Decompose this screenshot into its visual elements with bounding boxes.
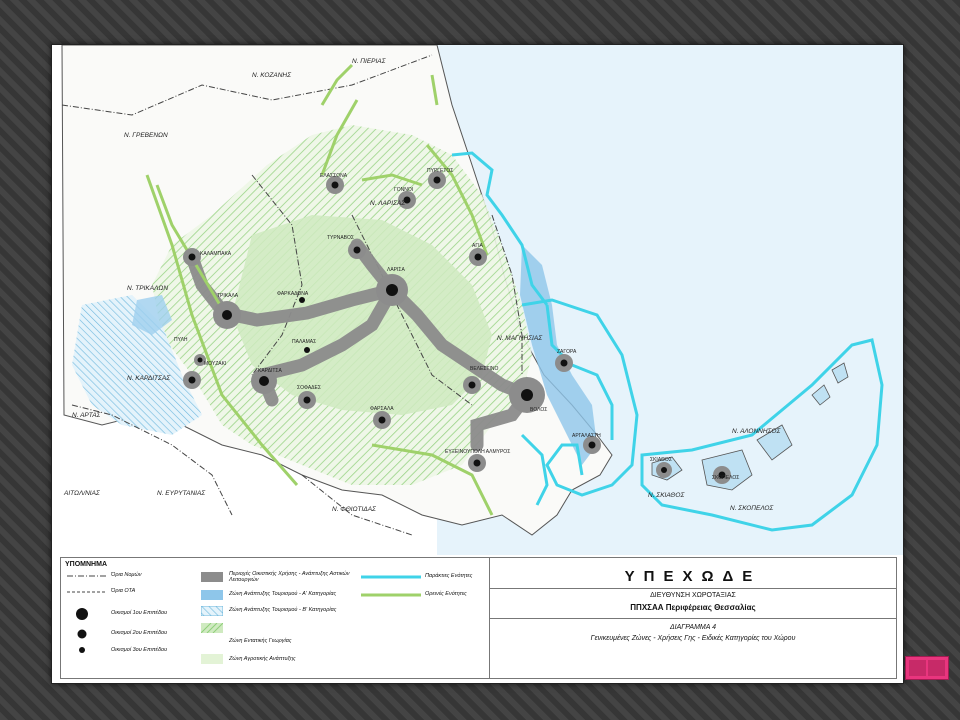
label-volos: ΒΟΛΟΣ bbox=[530, 407, 547, 413]
label-evrytania: Ν. ΕΥΡΥΤΑΝΙΑΣ bbox=[157, 490, 206, 497]
legend-intensive-agri: Ζώνη Εντατικής Γεωργίας bbox=[229, 638, 292, 644]
directorate-label: ΔΙΕΥΘΥΝΣΗ ΧΩΡΟΤΑΞΙΑΣ bbox=[650, 592, 736, 599]
ministry-title: ΥΠΕΧΩΔΕ bbox=[624, 568, 762, 585]
label-pyli: ΠΥΛΗ bbox=[174, 337, 188, 343]
legend-prefecture-border: Όρια Νομών bbox=[111, 572, 142, 578]
label-pyrgetos: ΠΥΡΓΕΤΟΣ bbox=[427, 168, 453, 174]
thessaly-map: Ν. ΚΟΖΑΝΗΣ Ν. ΠΙΕΡΙΑΣ Ν. ΓΡΕΒΕΝΩΝ Ν. ΛΑΡ… bbox=[61, 45, 903, 555]
label-skopelos-town: ΣΚΟΠΕΛΟΣ bbox=[712, 475, 739, 481]
agri-dev-swatch bbox=[201, 654, 223, 664]
label-mouzaki: ΜΟΥΖΑΚΙ bbox=[204, 361, 226, 367]
legend-tourism-a: Ζώνη Ανάπτυξης Τουρισμού - Α' Κατηγορίας bbox=[229, 591, 337, 597]
label-karditsa-nomos: Ν. ΚΑΡΔΙΤΣΑΣ bbox=[127, 375, 171, 382]
label-karditsa-town: ΚΑΡΔΙΤΣΑ bbox=[258, 368, 283, 374]
legend-agri-dev: Ζώνη Αγροτικής Ανάπτυξης bbox=[229, 656, 296, 662]
urban-zone-swatch bbox=[201, 572, 223, 582]
label-agia: ΑΓΙΑ bbox=[472, 243, 483, 249]
label-magnisia: Ν. ΜΑΓΝΗΣΙΑΣ bbox=[497, 335, 543, 342]
prefecture-border-symbol bbox=[67, 575, 107, 577]
legend-tier1: Οικισμοί 1ου Επιπέδου bbox=[111, 610, 168, 616]
label-skiathos-town: ΣΚΙΑΘΟΣ bbox=[650, 457, 672, 463]
label-trikala-nomos: Ν. ΤΡΙΚΑΛΩΝ bbox=[127, 285, 168, 292]
label-skiathos-nomos: Ν. ΣΚΙΑΘΟΣ bbox=[648, 492, 685, 499]
tourism-b-swatch bbox=[201, 606, 223, 616]
legend-tier3: Οικισμοί 3ου Επιπέδου bbox=[111, 647, 168, 653]
label-farkadona: ΦΑΡΚΑΔΟΝΑ bbox=[277, 291, 309, 297]
ota-border-symbol bbox=[67, 591, 107, 593]
tier3-symbol bbox=[79, 647, 85, 653]
label-gonnoi: ΓΟΝΝΟΙ bbox=[394, 187, 413, 193]
diagram-description: Γενικευμένες Ζώνες - Χρήσεις Γης - Ειδικ… bbox=[590, 635, 796, 642]
legend-title: ΥΠΟΜΝΗΜΑ bbox=[65, 561, 107, 568]
tier1-symbol bbox=[76, 608, 88, 620]
tourism-a-swatch bbox=[201, 590, 223, 600]
label-larisa: Ν. ΛΑΡΙΣΑΣ bbox=[370, 200, 406, 207]
label-zagora: ΖΑΓΟΡΑ bbox=[557, 349, 577, 355]
plan-title: ΠΠΧΣΑΑ Περιφέρειας Θεσσαλίας bbox=[630, 603, 756, 612]
title-block: ΥΠΕΧΩΔΕ ΔΙΕΥΘΥΝΣΗ ΧΩΡΟΤΑΞΙΑΣ ΠΠΧΣΑΑ Περι… bbox=[489, 558, 896, 678]
home-icon bbox=[909, 660, 926, 676]
label-alonnisos: Ν. ΑΛΟΝΝΗΣΟΣ bbox=[732, 428, 781, 435]
diagram-number: ΔΙΑΓΡΑΜΜΑ 4 bbox=[669, 624, 717, 631]
label-kalampaka: ΚΑΛΑΜΠΑΚΑ bbox=[200, 251, 232, 257]
home-nav-button[interactable] bbox=[905, 656, 949, 680]
label-almyros: ΕΥΞΕΙΝΟΥΠΟΛΗ ΑΛΜΥΡΟΣ bbox=[445, 449, 510, 455]
label-sofades: ΣΟΦΑΔΕΣ bbox=[297, 385, 321, 391]
label-larisa-town: ΛΑΡΙΣΑ bbox=[387, 267, 405, 273]
legend-urban-zone: Περιοχές Οικιστικής Χρήσης - Ανάπτυξης Α… bbox=[229, 571, 350, 583]
label-skopelos-nomos: Ν. ΣΚΟΠΕΛΟΣ bbox=[730, 505, 774, 512]
label-argalasti: ΑΡΓΑΛΑΣΤΗ bbox=[572, 433, 601, 439]
label-aitoloakarnania: ΑΙΤΩΛ/ΝΙΑΣ bbox=[63, 490, 101, 497]
label-trikala-town: ΤΡΙΚΑΛΑ bbox=[217, 293, 239, 299]
label-arta: Ν. ΑΡΤΑΣ bbox=[72, 412, 102, 419]
home-icon bbox=[928, 660, 945, 676]
label-velestino: ΒΕΛΕΣΤΙΝΟ bbox=[470, 366, 498, 372]
legend-ota-border: Όρια ΟΤΑ bbox=[111, 588, 136, 594]
label-grevena: Ν. ΓΡΕΒΕΝΩΝ bbox=[124, 132, 168, 139]
legend-tier2: Οικισμοί 2ου Επιπέδου bbox=[111, 630, 168, 636]
tier2-symbol bbox=[77, 629, 87, 639]
label-farsala: ΦΑΡΣΑΛΑ bbox=[370, 406, 394, 412]
mountain-unit-symbol bbox=[361, 593, 421, 597]
label-pieria: Ν. ΠΙΕΡΙΑΣ bbox=[352, 58, 387, 65]
map-frame: Ν. ΚΟΖΑΝΗΣ Ν. ΠΙΕΡΙΑΣ Ν. ΓΡΕΒΕΝΩΝ Ν. ΛΑΡ… bbox=[51, 44, 904, 684]
label-kozani: Ν. ΚΟΖΑΝΗΣ bbox=[252, 72, 292, 79]
legend-panel: ΥΠΟΜΝΗΜΑ Όρια Νομών Όρια ΟΤΑ Οικισμοί 1ο… bbox=[60, 557, 897, 679]
legend-tourism-b: Ζώνη Ανάπτυξης Τουρισμού - Β' Κατηγορίας bbox=[229, 607, 337, 613]
label-fthiotida: Ν. ΦΘΙΩΤΙΔΑΣ bbox=[332, 506, 377, 513]
label-tyrnavos: ΤΥΡΝΑΒΟΣ bbox=[327, 235, 354, 241]
label-palamas: ΠΑΛΑΜΑΣ bbox=[292, 339, 316, 345]
coastal-unit-symbol bbox=[361, 575, 421, 579]
intensive-agri-swatch bbox=[201, 623, 223, 633]
legend-mountain-unit: Ορεινές Ενότητες bbox=[425, 591, 467, 597]
legend-coastal-unit: Παράκτιες Ενότητες bbox=[425, 573, 473, 579]
label-elassona: ΕΛΑΣΣΟΝΑ bbox=[320, 173, 348, 179]
